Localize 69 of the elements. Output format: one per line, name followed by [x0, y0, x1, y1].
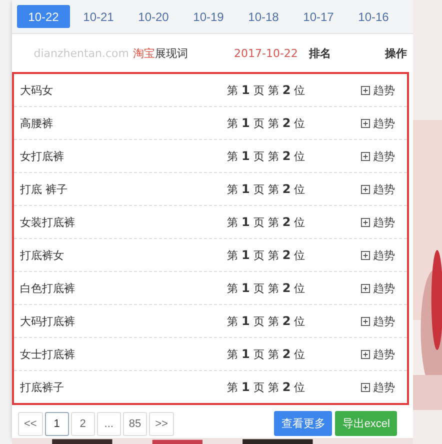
date-tab[interactable]: 10-16	[347, 5, 400, 28]
rank-cell-text: 第 1 页 第 2 位	[227, 148, 306, 164]
rank-cell-text: 第 1 页 第 2 位	[227, 182, 306, 196]
rank-cell-text: 第 1 页 第 2 位	[227, 280, 306, 296]
platform-label: 淘宝	[133, 46, 155, 60]
date-tab[interactable]: 10-20	[127, 5, 180, 28]
expand-icon	[361, 284, 370, 292]
trend-link-text[interactable]: 趋势	[373, 346, 395, 362]
expand-icon	[361, 152, 370, 160]
keyword-cell-text: 高腰裤	[20, 116, 54, 130]
expand-icon	[361, 184, 370, 194]
trend-link[interactable]: 趋势	[361, 248, 395, 262]
trend-link-text[interactable]: 趋势	[373, 380, 395, 394]
expand-icon	[361, 218, 370, 226]
trend-link[interactable]: 趋势	[361, 346, 395, 362]
keyword-cell-text: 大码打底裤	[20, 314, 76, 328]
keyword-cell-text: 大码女	[20, 82, 54, 98]
expand-icon	[361, 316, 370, 326]
trend-link[interactable]: 趋势	[361, 380, 395, 394]
expand-icon	[361, 86, 370, 94]
date-tab[interactable]: 10-18	[237, 5, 290, 28]
date-tab[interactable]: 10-19	[182, 5, 235, 28]
expand-icon	[361, 118, 370, 128]
trend-link[interactable]: 趋势	[361, 148, 395, 164]
trend-link-text[interactable]: 趋势	[373, 214, 395, 230]
trend-link[interactable]: 趋势	[361, 314, 395, 328]
view-more-button[interactable]: 查看更多	[274, 411, 332, 436]
expand-icon	[361, 250, 370, 260]
trend-link-text[interactable]: 趋势	[373, 280, 395, 296]
page-button[interactable]: 1	[44, 412, 69, 436]
column-header: 操作	[384, 46, 407, 60]
header-title: 展现词	[155, 46, 188, 60]
column-header: 排名	[308, 46, 331, 60]
trend-link-text[interactable]: 趋势	[373, 182, 395, 196]
expand-icon	[361, 382, 370, 392]
page-button[interactable]: ...	[96, 412, 121, 436]
rank-cell-text: 第 1 页 第 2 位	[227, 314, 306, 328]
header-date: 2017-10-22	[234, 46, 298, 60]
trend-link[interactable]: 趋势	[361, 182, 395, 196]
page-button[interactable]: >>	[149, 412, 174, 436]
keyword-cell-text: 女装打底裤	[20, 214, 76, 230]
trend-link-text[interactable]: 趋势	[373, 314, 395, 328]
keyword-cell-text: 女打底裤	[20, 148, 65, 164]
date-tab[interactable]: 10-22	[17, 5, 70, 28]
trend-link-text[interactable]: 趋势	[373, 248, 395, 262]
rank-cell-text: 第 1 页 第 2 位	[227, 214, 306, 230]
rank-cell-text: 第 1 页 第 2 位	[227, 248, 306, 262]
keyword-cell-text: 打底裤子	[20, 380, 65, 394]
date-tab[interactable]: 10-21	[72, 5, 125, 28]
trend-link[interactable]: 趋势	[361, 280, 395, 296]
page-button[interactable]: 2	[70, 412, 95, 436]
rank-cell-text: 第 1 页 第 2 位	[227, 346, 306, 362]
rank-cell-text: 第 1 页 第 2 位	[227, 380, 306, 394]
page-button[interactable]: <<	[18, 412, 43, 436]
keyword-cell-text: 白色打底裤	[20, 280, 76, 296]
rank-cell-text: 第 1 页 第 2 位	[227, 116, 306, 130]
trend-link[interactable]: 趋势	[361, 214, 395, 230]
page-button[interactable]: 85	[122, 412, 148, 436]
trend-link-text[interactable]: 趋势	[373, 116, 395, 130]
keyword-cell-text: 打底裤女	[20, 248, 65, 262]
keyword-cell-text: 打底 裤子	[20, 182, 68, 196]
trend-link-text[interactable]: 趋势	[373, 148, 395, 164]
keyword-cell-text: 女士打底裤	[20, 346, 76, 362]
trend-link[interactable]: 趋势	[361, 116, 395, 130]
trend-link[interactable]: 趋势	[361, 82, 395, 98]
date-tab[interactable]: 10-17	[292, 5, 345, 28]
trend-link-text[interactable]: 趋势	[373, 82, 395, 98]
rank-cell-text: 第 1 页 第 2 位	[227, 82, 306, 98]
expand-icon	[361, 350, 370, 358]
